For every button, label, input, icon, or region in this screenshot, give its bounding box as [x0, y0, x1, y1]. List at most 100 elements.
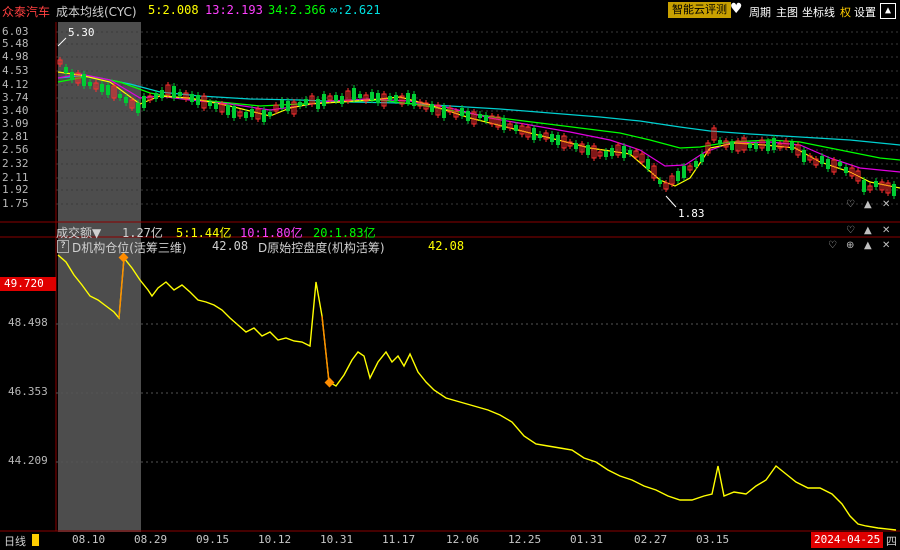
candle — [172, 86, 176, 98]
candle — [142, 96, 146, 108]
candle — [646, 159, 650, 169]
volume-close-icon[interactable]: ✕ — [882, 225, 890, 236]
candle — [190, 94, 194, 102]
candle — [892, 184, 896, 196]
candle — [772, 138, 776, 150]
candle — [556, 135, 560, 145]
candle — [466, 111, 470, 121]
price-tick: 3.09 — [2, 117, 29, 130]
signal-marker-2 — [324, 377, 335, 388]
candle — [460, 108, 464, 116]
candle — [826, 159, 830, 169]
candle — [574, 143, 578, 149]
current-date-tag: 2024-04-25 — [811, 532, 884, 548]
candle — [340, 96, 344, 104]
candle — [70, 72, 74, 80]
volume-favorite-icon[interactable]: ♡ — [846, 225, 855, 236]
candle — [304, 99, 308, 105]
date-tick: 02.27 — [634, 533, 668, 546]
price-tick: 3.74 — [2, 91, 29, 104]
candle — [226, 105, 230, 115]
candle — [280, 100, 284, 108]
price-tick: 5.48 — [2, 37, 29, 50]
candle — [268, 112, 272, 116]
date-tick: 09.15 — [196, 533, 230, 546]
period-toggle-icon[interactable] — [32, 534, 39, 546]
candle — [610, 148, 614, 156]
candle — [178, 92, 182, 96]
candle — [658, 180, 662, 184]
price-tick: 1.75 — [2, 197, 29, 210]
volume-collapse-icon[interactable]: ▲ — [864, 225, 872, 236]
price-tick: 3.40 — [2, 104, 29, 117]
price-tick: 2.81 — [2, 130, 29, 143]
candle — [322, 94, 326, 106]
candle — [82, 74, 86, 86]
candle — [262, 110, 266, 122]
ma-inf-line — [57, 75, 900, 146]
date-tick: 10.31 — [320, 533, 354, 546]
indicator-tick: 44.209 — [8, 454, 48, 467]
candle — [628, 150, 632, 154]
indicator-tick: 46.353 — [8, 385, 48, 398]
candle — [232, 106, 236, 118]
date-tick: 11.17 — [382, 533, 416, 546]
date-tick: 12.06 — [446, 533, 480, 546]
candle — [514, 125, 518, 131]
candle — [394, 95, 398, 101]
chart-canvas[interactable] — [0, 0, 900, 550]
candle — [388, 96, 392, 100]
candle — [694, 161, 698, 167]
favorite-icon[interactable]: ♡ — [846, 199, 855, 210]
price-tick: 4.98 — [2, 50, 29, 63]
price-tick: 2.56 — [2, 143, 29, 156]
candle — [196, 95, 200, 105]
candle — [358, 94, 362, 98]
indicator-add-icon[interactable]: ⊕ — [846, 240, 854, 251]
ma13-line — [57, 73, 900, 173]
low-annotation-arrow — [665, 195, 677, 208]
candle — [154, 93, 158, 99]
collapse-icon[interactable]: ▲ — [864, 199, 872, 210]
selection-highlight — [58, 22, 141, 532]
indicator-label-2[interactable]: D原始控盘度(机构活筹) — [258, 239, 385, 256]
price-tick: 4.12 — [2, 78, 29, 91]
candle — [160, 90, 164, 98]
candle — [64, 67, 68, 73]
candle — [766, 141, 770, 151]
indicator-value-1: 42.08 — [212, 239, 249, 253]
help-icon[interactable]: ? — [57, 240, 69, 253]
candle — [484, 115, 488, 121]
candle — [412, 94, 416, 106]
date-tick: 08.29 — [134, 533, 168, 546]
candle — [802, 150, 806, 162]
high-annotation: 5.30 — [68, 26, 95, 39]
candle — [250, 109, 254, 117]
date-tick: 08.10 — [72, 533, 106, 546]
indicator-close-icon[interactable]: ✕ — [882, 240, 890, 251]
candle — [334, 95, 338, 101]
candle — [718, 140, 722, 144]
price-tick: 2.32 — [2, 157, 29, 170]
low-annotation: 1.83 — [678, 207, 705, 220]
candle — [208, 102, 212, 106]
indicator-value-2: 42.08 — [428, 239, 465, 253]
date-tick: 01.31 — [570, 533, 604, 546]
close-icon[interactable]: ✕ — [882, 199, 890, 210]
indicator-label-1[interactable]: D机构仓位(活筹三维) — [72, 239, 187, 256]
period-label[interactable]: 日线 — [4, 533, 26, 549]
candle — [748, 144, 752, 148]
candle — [478, 114, 482, 118]
candle — [370, 92, 374, 100]
candle — [214, 103, 218, 109]
indicator-collapse-icon[interactable]: ▲ — [864, 240, 872, 251]
indicator-tick: 48.498 — [8, 316, 48, 329]
candle — [316, 99, 320, 109]
candle — [430, 104, 434, 112]
candle — [100, 84, 104, 92]
candle — [298, 102, 302, 106]
indicator-favorite-icon[interactable]: ♡ — [828, 240, 837, 251]
candle — [874, 181, 878, 187]
candle — [550, 134, 554, 142]
ma5-line — [57, 71, 900, 189]
